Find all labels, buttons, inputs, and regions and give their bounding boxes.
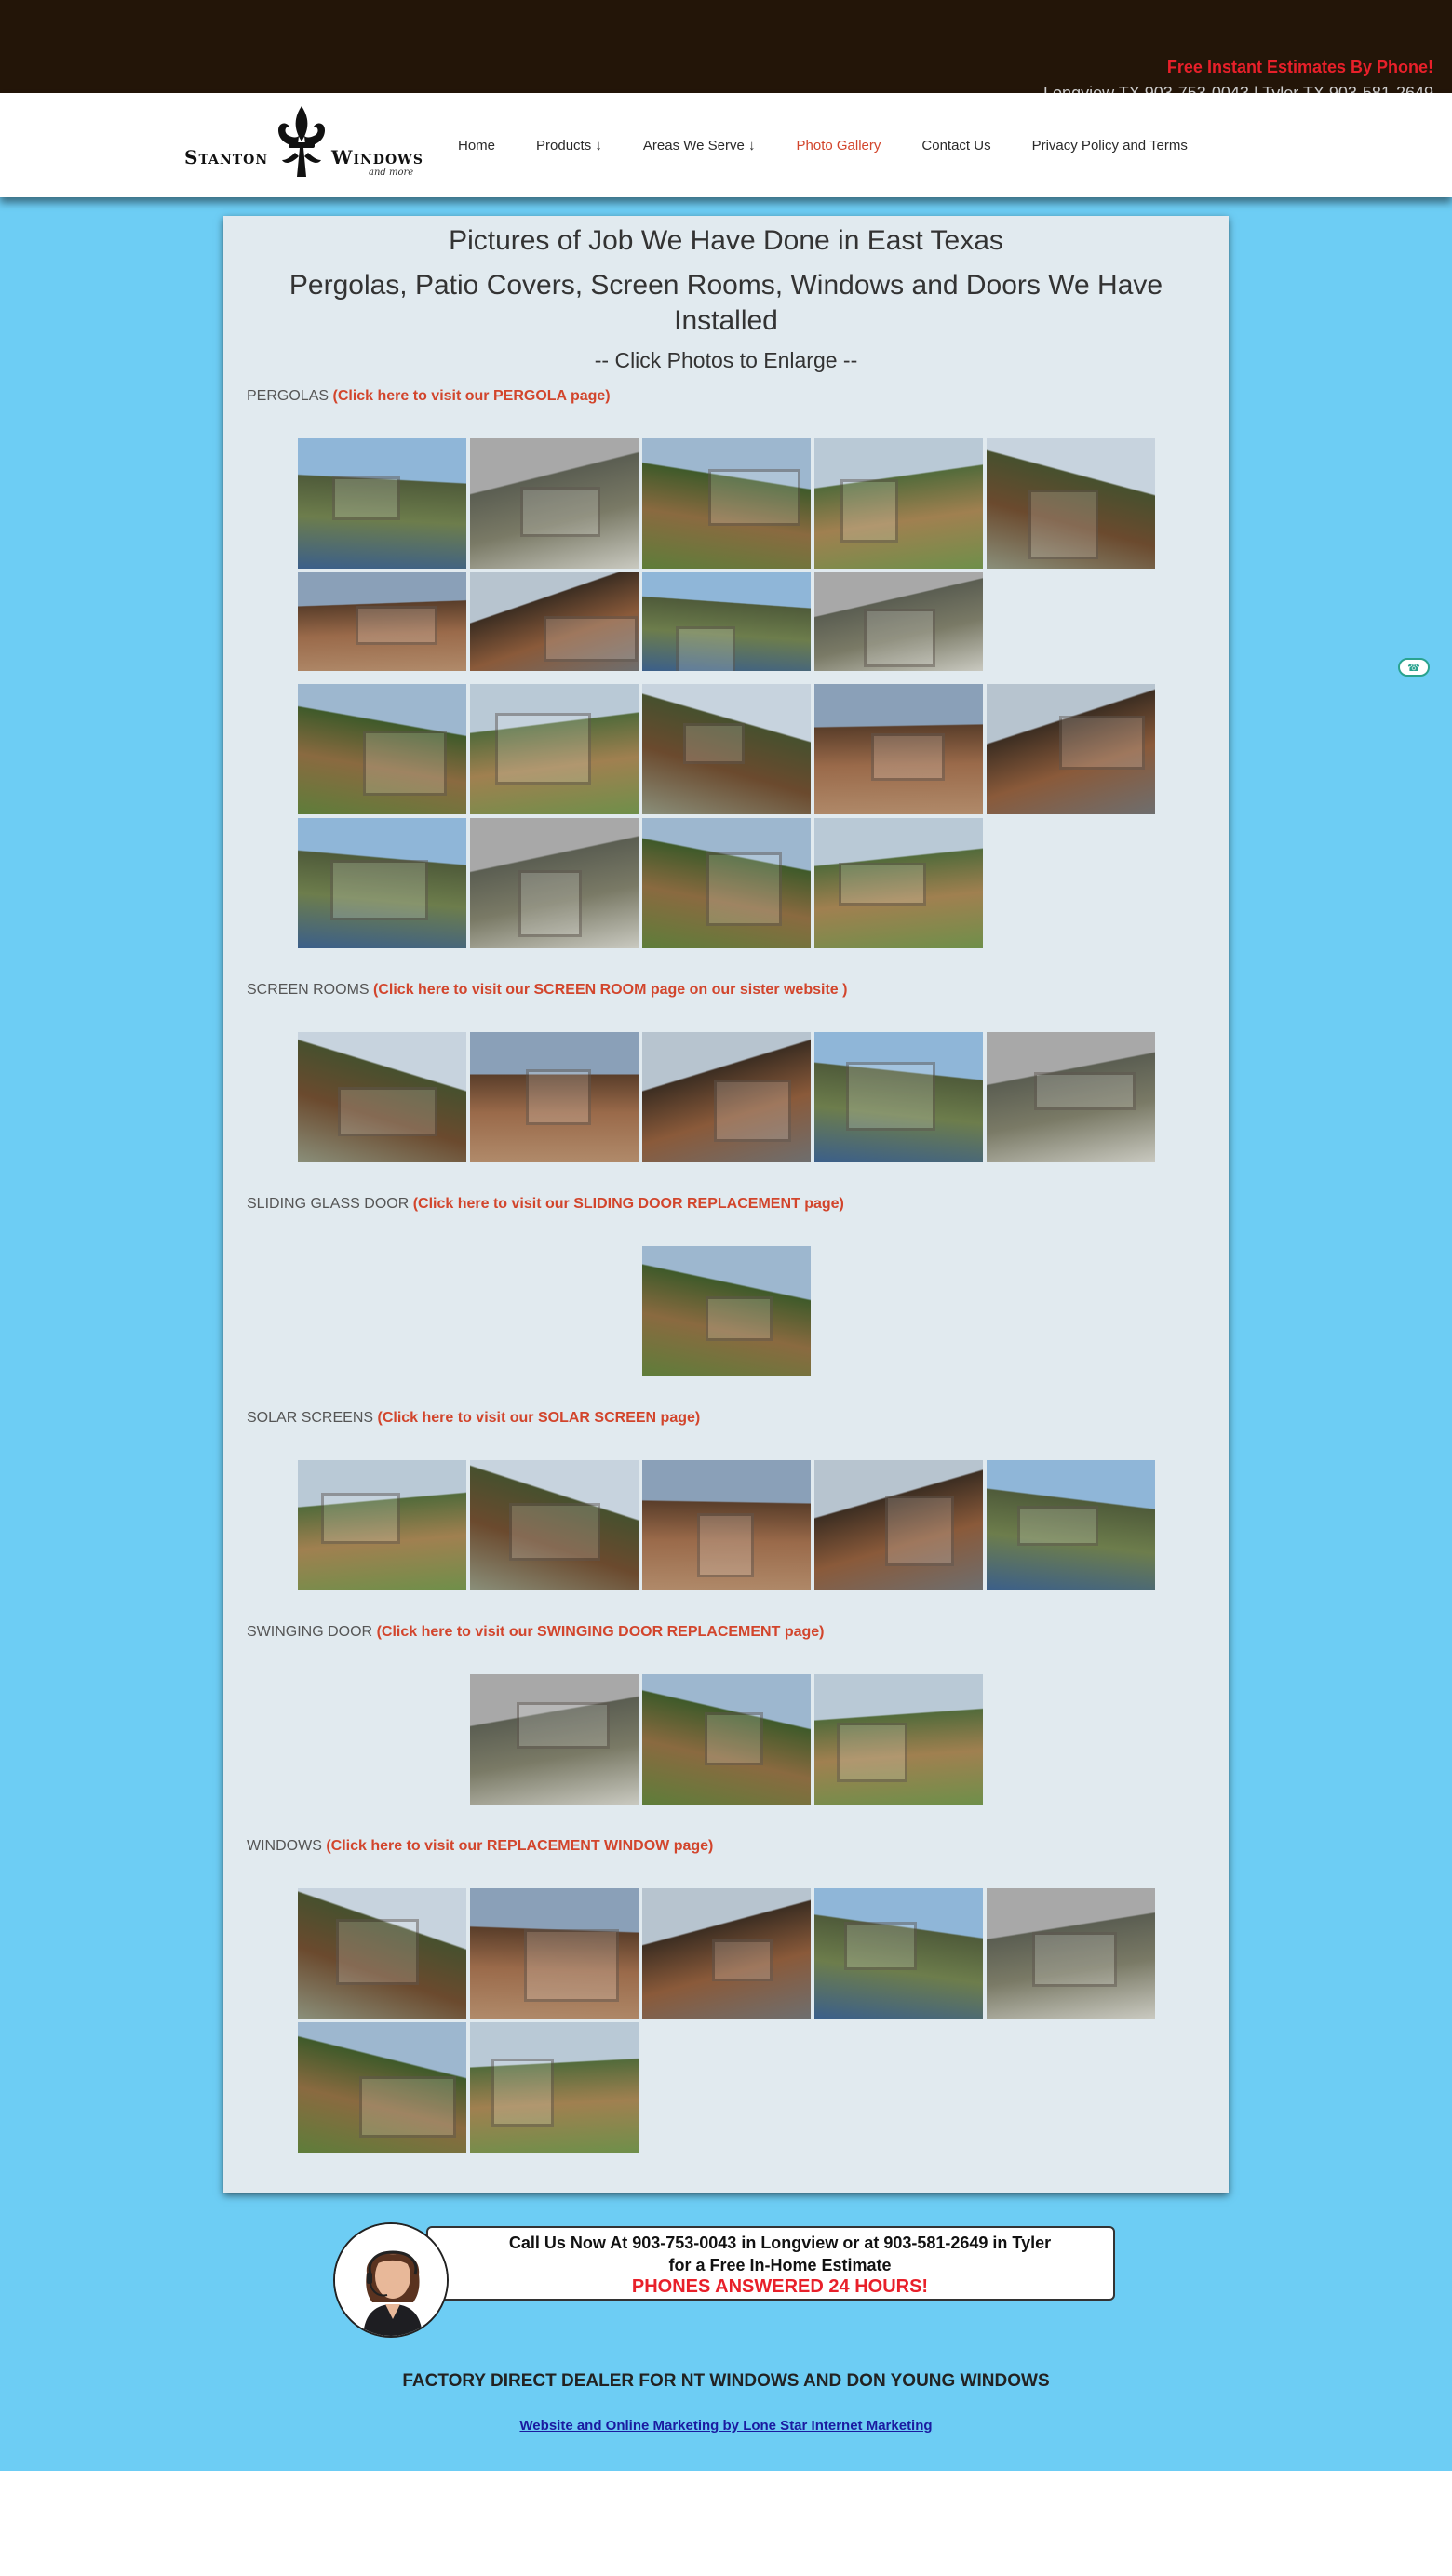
section-windows-label: WINDOWS (Click here to visit our REPLACE… [247,1838,714,1854]
patio-cover-photo[interactable] [814,684,983,814]
page-title: Pictures of Job We Have Done in East Tex… [449,225,1003,256]
patio-cover-photo[interactable] [642,684,811,814]
sliding-door-photo[interactable] [642,1246,811,1376]
operator-avatar [333,2222,449,2338]
cta-estimate-line: for a Free In-Home Estimate [668,2256,892,2274]
solar-screen-page-link[interactable]: (Click here to visit our SOLAR SCREEN pa… [377,1410,700,1426]
nav-areas-we-serve[interactable]: Areas We Serve ↓ [643,138,756,154]
section-solar-screens-label: SOLAR SCREENS (Click here to visit our S… [247,1410,701,1426]
window-photo[interactable] [298,2022,466,2153]
nav-privacy-policy[interactable]: Privacy Policy and Terms [1032,138,1188,154]
nav-photo-gallery[interactable]: Photo Gallery [797,138,881,154]
section-pergolas-label: PERGOLAS (Click here to visit our PERGOL… [247,388,611,404]
sliding-door-page-link[interactable]: (Click here to visit our SLIDING DOOR RE… [413,1196,844,1212]
site-logo[interactable]: Stanton Windows and more [184,104,423,181]
swinging-door-photo[interactable] [814,1674,983,1805]
screen-room-photo[interactable] [298,1032,466,1162]
pergola-photo[interactable] [814,572,983,671]
pergola-photo[interactable] [642,572,811,671]
pergola-page-link[interactable]: (Click here to visit our PERGOLA page) [332,388,610,404]
pergola-photo[interactable] [298,438,466,569]
main-nav: Home Products ↓ Areas We Serve ↓ Photo G… [437,93,1208,197]
click-to-enlarge-note: -- Click Photos to Enlarge -- [594,348,858,372]
cta-phone-line: Call Us Now At 903-753-0043 in Longview … [508,2234,1052,2252]
window-photo[interactable] [298,1888,466,2019]
nav-home[interactable]: Home [458,138,495,154]
section-sliding-door-label: SLIDING GLASS DOOR (Click here to visit … [247,1196,844,1212]
swinging-door-photo[interactable] [470,1674,639,1805]
patio-cover-photo[interactable] [298,818,466,948]
screen-room-photo[interactable] [987,1032,1155,1162]
swinging-door-photo[interactable] [642,1674,811,1805]
patio-cover-photo[interactable] [470,684,639,814]
swinging-door-page-link[interactable]: (Click here to visit our SWINGING DOOR R… [377,1624,825,1640]
cta-24-hours-line: PHONES ANSWERED 24 HOURS! [631,2276,929,2297]
solar-screen-photo[interactable] [642,1460,811,1590]
pergola-photo[interactable] [814,438,983,569]
pergola-photo[interactable] [642,438,811,569]
patio-cover-photo[interactable] [470,818,639,948]
section-screen-rooms-label: SCREEN ROOMS (Click here to visit our SC… [247,982,848,998]
solar-screen-photo[interactable] [298,1460,466,1590]
patio-cover-photo[interactable] [814,818,983,948]
screen-room-photo[interactable] [642,1032,811,1162]
pergola-photo[interactable] [298,572,466,671]
logo-tagline: and more [369,168,414,178]
solar-screen-photo[interactable] [470,1460,639,1590]
window-photo[interactable] [814,1888,983,2019]
solar-screen-photo[interactable] [814,1460,983,1590]
screen-room-photo[interactable] [814,1032,983,1162]
nav-products[interactable]: Products ↓ [536,138,602,154]
site-header: Stanton Windows and more Home Products ↓… [0,93,1452,197]
nav-contact-us[interactable]: Contact Us [921,138,990,154]
free-estimate-text: Free Instant Estimates By Phone! [1166,58,1433,76]
pergola-photo[interactable] [470,438,639,569]
logo-word-stanton: Stanton [184,146,269,168]
solar-screen-photo[interactable] [987,1460,1155,1590]
window-photo[interactable] [987,1888,1155,2019]
screen-room-page-link[interactable]: (Click here to visit our SCREEN ROOM pag… [373,982,847,998]
chat-widget-icon[interactable]: ☎ [1398,658,1430,677]
window-photo[interactable] [642,1888,811,2019]
call-to-action-banner[interactable]: Call Us Now At 903-753-0043 in Longview … [333,2222,1117,2338]
section-swinging-door-label: SWINGING DOOR (Click here to visit our S… [247,1624,825,1640]
marketing-credit-link[interactable]: Website and Online Marketing by Lone Sta… [0,2418,1452,2434]
patio-cover-photo[interactable] [642,818,811,948]
top-bar: Free Instant Estimates By Phone! Longvie… [0,0,1452,102]
fleur-de-lis-icon [278,106,325,177]
patio-cover-photo[interactable] [298,684,466,814]
page-subtitle: Pergolas, Patio Covers, Screen Rooms, Wi… [289,270,1163,336]
window-photo[interactable] [470,1888,639,2019]
patio-cover-photo[interactable] [987,684,1155,814]
screen-room-photo[interactable] [470,1032,639,1162]
factory-dealer-text: FACTORY DIRECT DEALER FOR NT WINDOWS AND… [402,2371,1050,2391]
window-photo[interactable] [470,2022,639,2153]
pergola-photo[interactable] [987,438,1155,569]
replacement-window-page-link[interactable]: (Click here to visit our REPLACEMENT WIN… [326,1838,713,1854]
logo-word-windows: Windows [331,146,424,168]
pergola-photo[interactable] [470,572,639,671]
